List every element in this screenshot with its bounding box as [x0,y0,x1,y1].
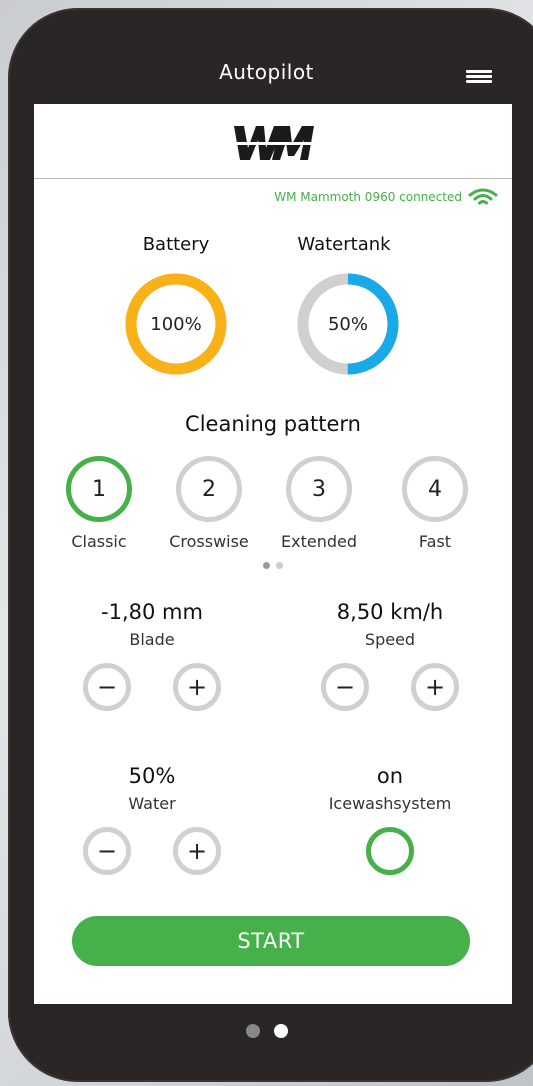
blade-control: -1,80 mm Blade − + [52,600,252,711]
pattern-option-classic[interactable]: 1 Classic [44,456,154,551]
screen-page-indicator[interactable] [0,1024,533,1038]
speed-control: 8,50 km/h Speed − + [290,600,490,711]
screen-page-dot[interactable] [245,1024,260,1038]
pattern-label: Classic [71,532,127,551]
battery-label: Battery [142,234,210,255]
watertank-label: Watertank [297,234,391,255]
speed-value: 8,50 km/h [336,600,444,624]
connection-status: WM Mammoth 0960 connected [274,188,498,206]
hamburger-menu-icon[interactable] [466,70,492,83]
battery-gauge: 100% [124,272,228,376]
pattern-ring-3: 3 [286,456,352,522]
page-dot[interactable] [276,562,283,569]
blade-minus-button[interactable]: − [83,663,131,711]
icewash-label: Icewashsystem [328,794,452,813]
blade-value: -1,80 mm [101,600,203,624]
start-button[interactable]: START [72,916,470,966]
page-dot-active[interactable] [263,562,270,569]
water-value: 50% [128,764,176,788]
pattern-label: Crosswise [169,532,249,551]
icewash-toggle[interactable] [366,827,414,875]
pattern-label: Extended [281,532,357,551]
blade-label: Blade [129,630,175,649]
water-control: 50% Water − + [52,764,252,875]
speed-minus-button[interactable]: − [321,663,369,711]
pattern-ring-4: 4 [402,456,468,522]
wm-logo [230,126,316,160]
watertank-gauge: 50% [296,272,400,376]
icewash-value: on [376,764,404,788]
watertank-value: 50% [327,313,368,335]
pattern-option-extended[interactable]: 3 Extended [264,456,374,551]
pattern-ring-1: 1 [66,456,132,522]
wifi-icon [468,188,498,205]
screen-page-dot-active[interactable] [273,1024,288,1038]
speed-plus-button[interactable]: + [411,663,459,711]
connection-text: WM Mammoth 0960 connected [274,190,462,204]
cleaning-pattern-title: Cleaning pattern [185,412,361,436]
water-label: Water [128,794,176,813]
pattern-ring-2: 2 [176,456,242,522]
blade-plus-button[interactable]: + [173,663,221,711]
app-title: Autopilot [219,60,314,84]
battery-value: 100% [150,313,202,335]
pattern-option-crosswise[interactable]: 2 Crosswise [154,456,264,551]
water-plus-button[interactable]: + [173,827,221,875]
app-screen: WM Mammoth 0960 connected Battery 100% W… [34,104,512,1004]
pattern-page-indicator[interactable] [34,562,512,569]
header-divider [34,178,512,179]
pattern-label: Fast [418,532,452,551]
speed-label: Speed [364,630,416,649]
icewash-control: on Icewashsystem [290,764,490,875]
pattern-option-fast[interactable]: 4 Fast [380,456,490,551]
water-minus-button[interactable]: − [83,827,131,875]
